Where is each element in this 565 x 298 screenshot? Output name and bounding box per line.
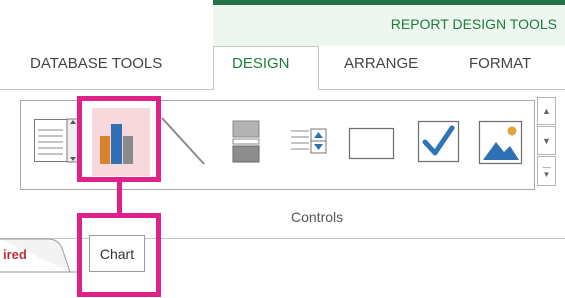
list-box-icon[interactable]: [289, 128, 329, 156]
callout-connector: [117, 182, 122, 216]
context-tab-group-label: REPORT DESIGN TOOLS: [390, 16, 557, 32]
image-icon[interactable]: [478, 120, 524, 166]
document-tab[interactable]: ired: [3, 247, 27, 262]
tab-database-tools[interactable]: DATABASE TOOLS: [30, 55, 162, 72]
more-icon[interactable]: — ▼: [537, 156, 556, 186]
page-break-icon[interactable]: [232, 120, 260, 164]
callout-box-tooltip: [77, 213, 161, 297]
tab-design-join: [214, 88, 318, 91]
check-box-icon[interactable]: [417, 120, 461, 164]
rectangle-icon[interactable]: [348, 126, 396, 162]
scroll-up-icon[interactable]: ▲: [537, 97, 556, 125]
tab-design[interactable]: DESIGN: [232, 55, 290, 72]
callout-box-chart-button: [77, 96, 161, 182]
scroll-down-icon[interactable]: ▼: [537, 126, 556, 155]
tab-arrange[interactable]: ARRANGE: [344, 55, 418, 72]
ribbon-group-label: Controls: [291, 209, 344, 225]
line-icon[interactable]: [160, 116, 208, 168]
tab-format[interactable]: FORMAT: [469, 55, 531, 72]
text-box-icon[interactable]: [33, 116, 81, 166]
